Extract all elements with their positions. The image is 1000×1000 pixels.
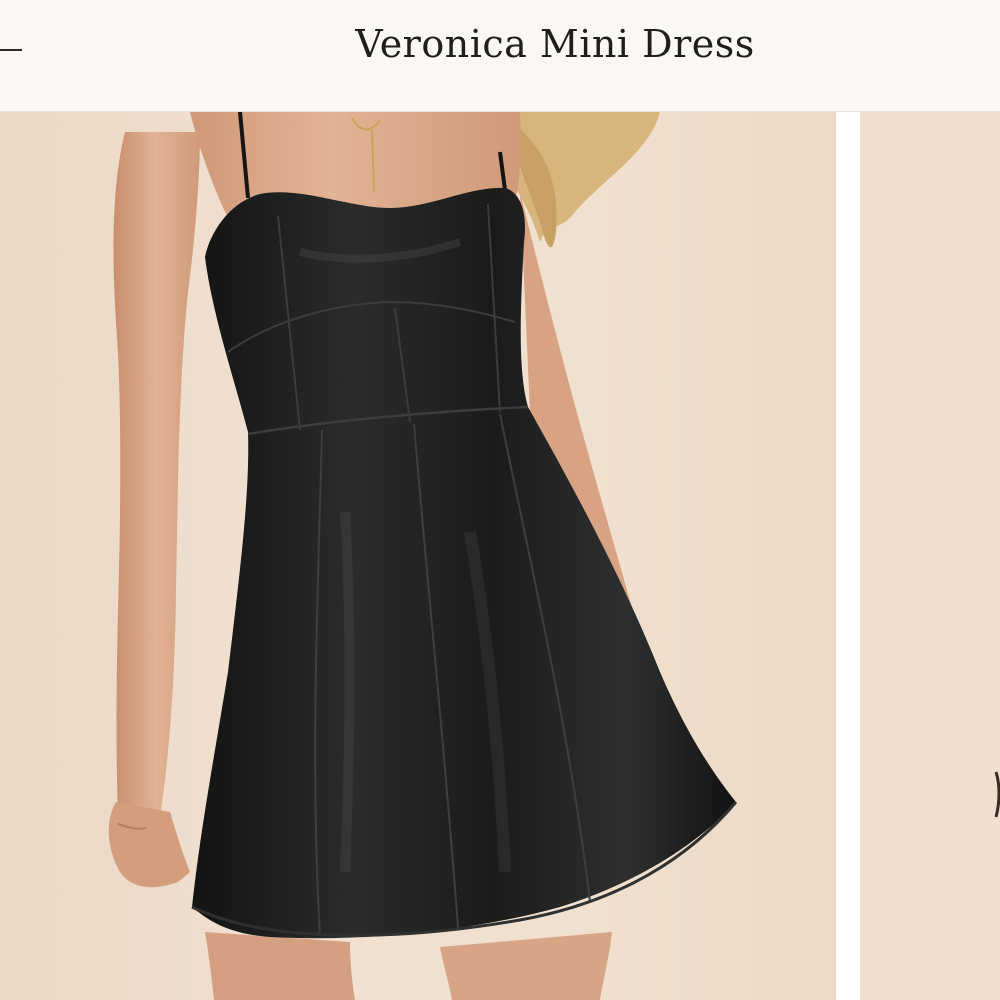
product-image-gallery[interactable] [0, 112, 1000, 1000]
next-photo-illustration [994, 771, 1000, 818]
product-photo-next[interactable] [860, 112, 1000, 1000]
page-title: Veronica Mini Dress [355, 22, 755, 66]
product-photo-main[interactable] [0, 112, 836, 1000]
dress-photo-illustration [108, 112, 738, 1000]
product-header: Veronica Mini Dress [0, 0, 1000, 112]
